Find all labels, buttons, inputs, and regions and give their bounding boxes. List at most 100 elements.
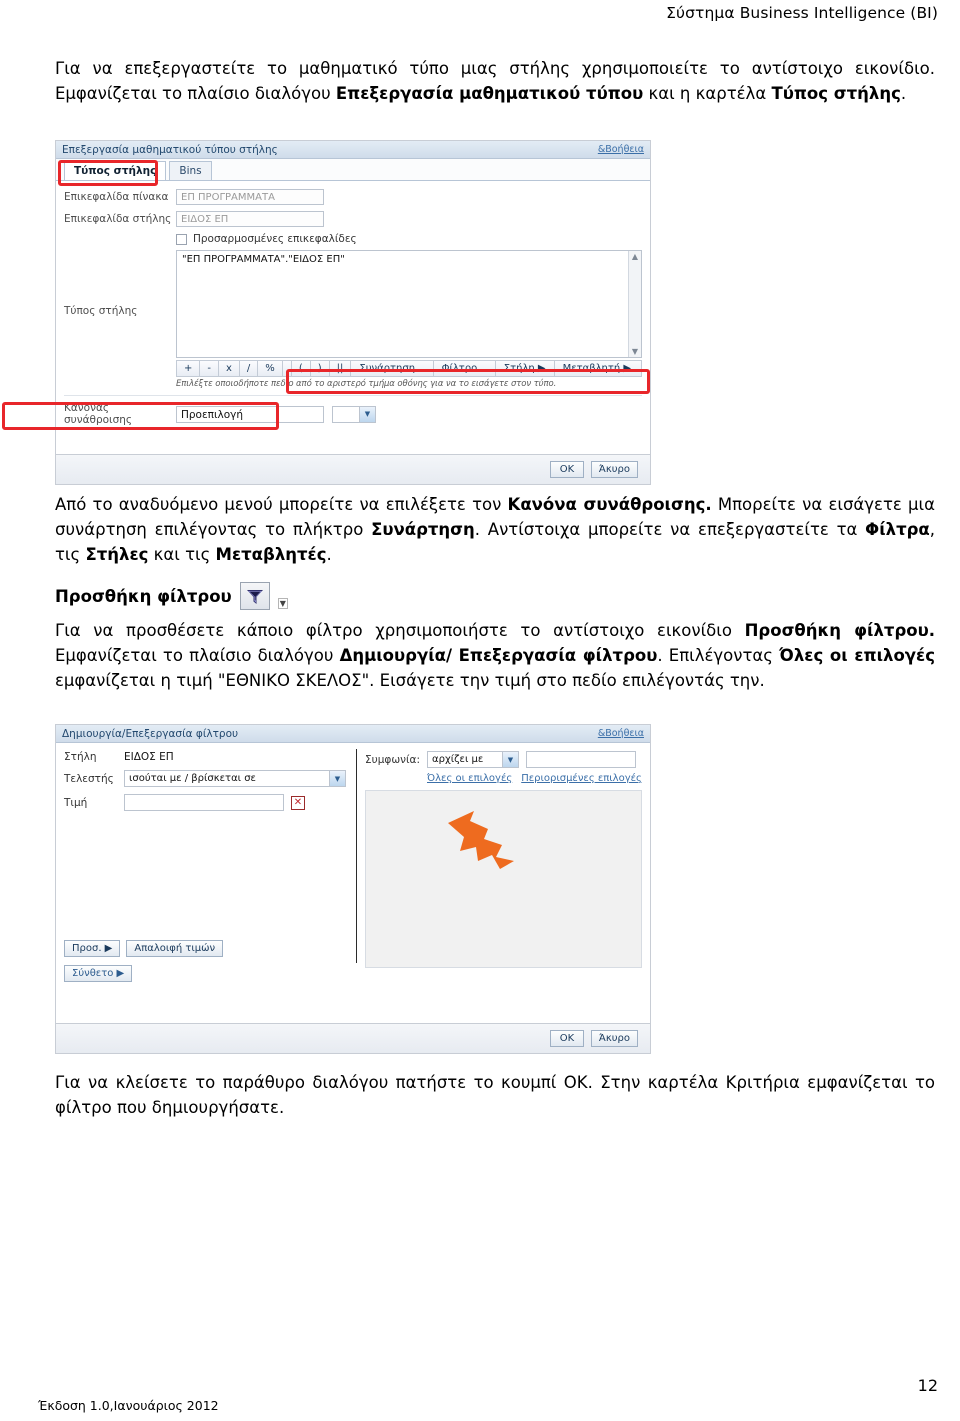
- row-match: Συμφωνία: αρχίζει με ▼: [365, 751, 642, 768]
- op-button-minus[interactable]: -: [200, 361, 219, 376]
- dropdown-filter-operator[interactable]: ισούται με / βρίσκεται σε ▼: [124, 770, 346, 787]
- footer-page-number: 12: [917, 1376, 938, 1395]
- value-filter-operator: ισούται με / βρίσκεται σε: [129, 773, 256, 784]
- toolbar-separator: [283, 361, 292, 376]
- input-filter-value[interactable]: [124, 794, 284, 811]
- row-table-heading: Επικεφαλίδα πίνακα ΕΠ ΠΡΟΓΡΑΜΜΑΤΑ: [64, 189, 642, 205]
- dialog-body: Επικεφαλίδα πίνακα ΕΠ ΠΡΟΓΡΑΜΜΑΤΑ Επικεφ…: [56, 181, 650, 426]
- filter-ok-button[interactable]: OK: [549, 1030, 584, 1047]
- button-column-menu[interactable]: Στήλη ▶: [496, 361, 555, 376]
- formula-text: "ΕΠ ΠΡΟΓΡΑΜΜΑΤΑ"."ΕΙΔΟΣ ΕΠ": [182, 254, 345, 265]
- cancel-button[interactable]: Άκυρο: [590, 461, 638, 478]
- limited-choices-link[interactable]: Περιορισμένες επιλογές: [521, 773, 642, 784]
- checkbox-custom-headings[interactable]: [176, 233, 187, 245]
- p3-text-b: Εμφανίζεται το πλαίσιο διαλόγου: [55, 646, 340, 665]
- op-button-open-paren[interactable]: (: [292, 361, 311, 376]
- filter-funnel-icon[interactable]: [239, 582, 270, 610]
- filter-dialog-titlebar: Δημιουργία/Επεξεργασία φίλτρου &Βοήθεια: [56, 725, 650, 743]
- add-value-button[interactable]: Προσ. ▶: [64, 940, 121, 957]
- subheading-label: Προσθήκη φίλτρου: [55, 586, 232, 606]
- clear-values-button[interactable]: Απαλοιφή τιμών: [126, 940, 224, 957]
- textarea-column-formula[interactable]: "ΕΠ ΠΡΟΓΡΑΜΜΑΤΑ"."ΕΙΔΟΣ ΕΠ" ▲ ▼: [176, 250, 642, 358]
- p2-bold-function: Συνάρτηση: [371, 520, 475, 539]
- row-filter-operator: Τελεστής ισούται με / βρίσκεται σε ▼: [64, 770, 348, 787]
- row-filter-value: Τιμή ✕: [64, 794, 348, 811]
- p1-bold-edit-formula: Επεξεργασία μαθηματικού τύπου: [335, 84, 644, 103]
- label-match: Συμφωνία:: [365, 753, 420, 766]
- p2-bold-aggregation: Κανόνα συνάθροισης.: [507, 495, 712, 514]
- value-match-type: αρχίζει με: [432, 754, 484, 765]
- formula-toolbar: + - x / % ( ) || Συνάρτηση... Φίλτρο... …: [176, 360, 642, 377]
- p3-text-c: . Επιλέγοντας: [657, 646, 780, 665]
- tab-bins[interactable]: Bins: [169, 161, 212, 180]
- paragraph-add-filter: Για να προσθέσετε κάποιο φίλτρο χρησιμοπ…: [55, 618, 935, 693]
- all-choices-link[interactable]: Όλες οι επιλογές: [427, 773, 512, 784]
- clear-value-icon[interactable]: ✕: [291, 795, 305, 810]
- p2-text-e: και τις: [148, 545, 216, 564]
- dialog-titlebar: Επεξεργασία μαθηματικού τύπου στήλης &Βο…: [56, 141, 650, 159]
- dialog-tabbar: Τύπος στήλης Bins: [56, 159, 650, 181]
- filter-cancel-button[interactable]: Άκυρο: [590, 1030, 638, 1047]
- value-aggregation-rule[interactable]: Προεπιλογή: [176, 405, 324, 423]
- row-custom-headings[interactable]: Προσαρμοσμένες επικεφαλίδες: [176, 233, 642, 245]
- p2-bold-variables: Μεταβλητές: [215, 545, 327, 564]
- p2-text-a: Από το αναδυόμενο μενού μπορείτε να επιλ…: [55, 495, 508, 514]
- filter-help-link[interactable]: &Βοήθεια: [598, 728, 644, 739]
- screenshot-edit-column-formula-dialog: Επεξεργασία μαθηματικού τύπου στήλης &Βο…: [55, 140, 651, 485]
- p1-bold-column-type: Τύπος στήλης: [771, 84, 901, 103]
- orange-arrow-cursor-icon: [448, 811, 514, 869]
- label-table-heading: Επικεφαλίδα πίνακα: [64, 191, 169, 203]
- chevron-down-icon[interactable]: ▼: [329, 771, 345, 786]
- value-filter-column: ΕΙΔΟΣ ΕΠ: [124, 751, 174, 763]
- p3-text-a: Για να προσθέσετε κάποιο φίλτρο χρησιμοπ…: [55, 621, 745, 640]
- input-column-heading[interactable]: ΕΙΔΟΣ ΕΠ: [176, 211, 324, 227]
- p3-bold-create-edit-filter: Δημιουργία/ Επεξεργασία φίλτρου: [339, 646, 658, 665]
- row-aggregation-rule: Κανόνας συνάθροισης Προεπιλογή ▼: [64, 395, 642, 426]
- input-table-heading[interactable]: ΕΠ ΠΡΟΓΡΑΜΜΑΤΑ: [176, 189, 324, 205]
- funnel-glyph: [246, 589, 263, 604]
- scroll-up-icon[interactable]: ▲: [632, 251, 638, 262]
- op-button-percent[interactable]: %: [258, 361, 283, 376]
- p2-text-f: .: [326, 545, 332, 564]
- label-filter-column: Στήλη: [64, 751, 97, 763]
- value-list-box[interactable]: [365, 790, 642, 968]
- op-button-divide[interactable]: /: [240, 361, 259, 376]
- ok-button[interactable]: OK: [549, 461, 584, 478]
- p2-bold-columns: Στήλες: [85, 545, 149, 564]
- row-filter-column: Στήλη ΕΙΔΟΣ ΕΠ: [64, 751, 348, 763]
- p2-text-c: . Αντίστοιχα μπορείτε να επεξεργαστείτε …: [474, 520, 866, 539]
- tab-column-formula[interactable]: Τύπος στήλης: [64, 161, 167, 180]
- formula-hint-text: Επιλέξτε οποιοδήποτε πεδίο από το αριστε…: [176, 379, 557, 389]
- filter-dialog-footer: OK Άκυρο: [56, 1023, 650, 1053]
- paragraph-close-dialog: Για να κλείσετε το παράθυρο διαλόγου πατ…: [55, 1073, 935, 1117]
- dropdown-aggregation-rule[interactable]: ▼: [332, 405, 376, 423]
- label-filter-operator: Τελεστής: [64, 772, 114, 785]
- button-filter[interactable]: Φίλτρο...: [434, 361, 496, 376]
- filter-dialog-body: Στήλη ΕΙΔΟΣ ΕΠ Τελεστής ισούται με / βρί…: [56, 743, 650, 993]
- p3-bold-all-choices: Όλες οι επιλογές: [779, 646, 935, 665]
- filter-left-buttons: Προσ. ▶ Απαλοιφή τιμών: [64, 940, 224, 957]
- input-match-text[interactable]: [526, 751, 636, 768]
- help-link[interactable]: &Βοήθεια: [598, 144, 644, 155]
- op-button-multiply[interactable]: x: [219, 361, 240, 376]
- advanced-button[interactable]: Σύνθετο ▶: [64, 965, 133, 982]
- chevron-down-icon[interactable]: ▼: [359, 406, 375, 422]
- screenshot-create-edit-filter-dialog: Δημιουργία/Επεξεργασία φίλτρου &Βοήθεια …: [55, 724, 651, 1054]
- chevron-down-icon[interactable]: ▼: [502, 752, 518, 767]
- formula-scrollbar[interactable]: ▲ ▼: [628, 251, 641, 357]
- button-variable-menu[interactable]: Μεταβλητή ▶: [555, 361, 640, 376]
- filter-right-panel: Συμφωνία: αρχίζει με ▼ Όλες οι επιλογές …: [357, 743, 650, 993]
- label-filter-value: Τιμή: [64, 796, 88, 809]
- dropdown-match-type[interactable]: αρχίζει με ▼: [427, 751, 519, 768]
- p1-text-c: .: [900, 84, 907, 103]
- choice-links: Όλες οι επιλογές Περιορισμένες επιλογές: [427, 773, 642, 784]
- page-header-title: Σύστημα Business Intelligence (BI): [666, 4, 938, 22]
- row-formula: Τύπος στήλης "ΕΠ ΠΡΟΓΡΑΜΜΑΤΑ"."ΕΙΔΟΣ ΕΠ"…: [64, 250, 642, 389]
- op-button-close-paren[interactable]: ): [311, 361, 330, 376]
- scroll-down-icon[interactable]: ▼: [632, 346, 638, 357]
- subheading-add-filter: Προσθήκη φίλτρου ▼: [55, 582, 288, 610]
- op-button-concat[interactable]: ||: [330, 361, 352, 376]
- op-button-plus[interactable]: +: [177, 361, 201, 376]
- button-function[interactable]: Συνάρτηση...: [351, 361, 434, 376]
- filter-dropdown-marker-icon[interactable]: ▼: [277, 598, 288, 609]
